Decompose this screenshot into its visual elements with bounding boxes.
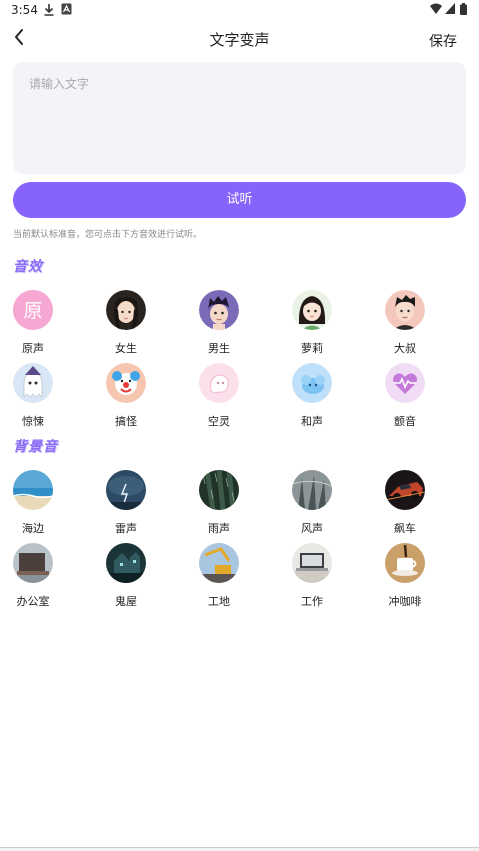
status-bar: 3:54 (0, 0, 479, 20)
effect-item-girl[interactable]: 女生 (96, 290, 156, 360)
clown-icon (106, 363, 146, 403)
background-label: 飙车 (394, 522, 416, 535)
background-item-coffee[interactable]: 冲咖啡 (375, 543, 435, 613)
effect-label: 女生 (115, 342, 137, 355)
thunder-image (106, 470, 146, 510)
signal-icon (445, 3, 455, 14)
background-item-haunted[interactable]: 鬼屋 (96, 543, 156, 613)
effect-item-loli[interactable]: 萝莉 (282, 290, 342, 360)
effect-item-uncle[interactable]: 大叔 (375, 290, 435, 360)
section-title-background: 背景音 (13, 439, 58, 455)
effect-item-vibrato[interactable]: 颤音 (375, 363, 435, 433)
heartbeat-icon (385, 363, 425, 403)
page-title: 文字变声 (209, 31, 270, 49)
original-icon: 原 (13, 290, 53, 330)
coffee-image (385, 543, 425, 583)
background-item-construction[interactable]: 工地 (189, 543, 249, 613)
background-label: 海边 (22, 522, 44, 535)
background-item-seaside[interactable]: 海边 (3, 470, 63, 540)
background-item-work[interactable]: 工作 (282, 543, 342, 613)
background-item-racing[interactable]: 飙车 (375, 470, 435, 540)
header: 文字变声 保存 (0, 20, 479, 58)
effect-label: 原声 (22, 342, 44, 355)
effect-item-original[interactable]: 原 原声 (3, 290, 63, 360)
rain-image (199, 470, 239, 510)
effect-label: 大叔 (394, 342, 416, 355)
effect-label: 和声 (301, 415, 323, 428)
effect-label: 颤音 (394, 415, 416, 428)
effect-item-harmony[interactable]: 和声 (282, 363, 342, 433)
background-label: 办公室 (16, 595, 50, 608)
background-item-wind[interactable]: 风声 (282, 470, 342, 540)
construction-image (199, 543, 239, 583)
wifi-icon (430, 3, 442, 14)
effect-label: 惊悚 (22, 415, 44, 428)
ethereal-icon (199, 363, 239, 403)
uncle-avatar (385, 290, 425, 330)
background-label: 风声 (301, 522, 323, 535)
office-image (13, 543, 53, 583)
download-icon (44, 4, 54, 16)
harmony-icon (292, 363, 332, 403)
ghost-icon (13, 363, 53, 403)
wind-image (292, 470, 332, 510)
status-time: 3:54 (11, 3, 38, 17)
effect-item-funny[interactable]: 搞怪 (96, 363, 156, 433)
effect-item-ethereal[interactable]: 空灵 (189, 363, 249, 433)
racing-image (385, 470, 425, 510)
background-label: 雨声 (208, 522, 230, 535)
listen-button[interactable]: 试听 (13, 182, 466, 218)
effect-item-boy[interactable]: 男生 (189, 290, 249, 360)
text-input[interactable] (13, 62, 466, 174)
background-item-rain[interactable]: 雨声 (189, 470, 249, 540)
background-item-office[interactable]: 办公室 (3, 543, 63, 613)
background-item-thunder[interactable]: 雷声 (96, 470, 156, 540)
svg-text:原: 原 (23, 300, 42, 322)
effect-item-thriller[interactable]: 惊悚 (3, 363, 63, 433)
work-image (292, 543, 332, 583)
girl-avatar (106, 290, 146, 330)
effect-label: 空灵 (208, 415, 230, 428)
loli-avatar (292, 290, 332, 330)
seaside-image (13, 470, 53, 510)
effect-label: 男生 (208, 342, 230, 355)
background-label: 工作 (301, 595, 323, 608)
home-indicator (0, 847, 479, 851)
background-label: 工地 (208, 595, 230, 608)
haunted-house-image (106, 543, 146, 583)
section-title-effects: 音效 (13, 259, 43, 275)
boy-avatar (199, 290, 239, 330)
hint-text: 当前默认标准音，您可点击下方音效进行试听。 (13, 230, 203, 240)
effect-label: 萝莉 (301, 342, 323, 355)
background-label: 冲咖啡 (388, 595, 422, 608)
battery-icon (460, 3, 467, 15)
background-label: 鬼屋 (115, 595, 137, 608)
effect-label: 搞怪 (115, 415, 137, 428)
app-notification-icon (61, 3, 72, 15)
background-label: 雷声 (115, 522, 137, 535)
save-button[interactable]: 保存 (429, 31, 457, 51)
